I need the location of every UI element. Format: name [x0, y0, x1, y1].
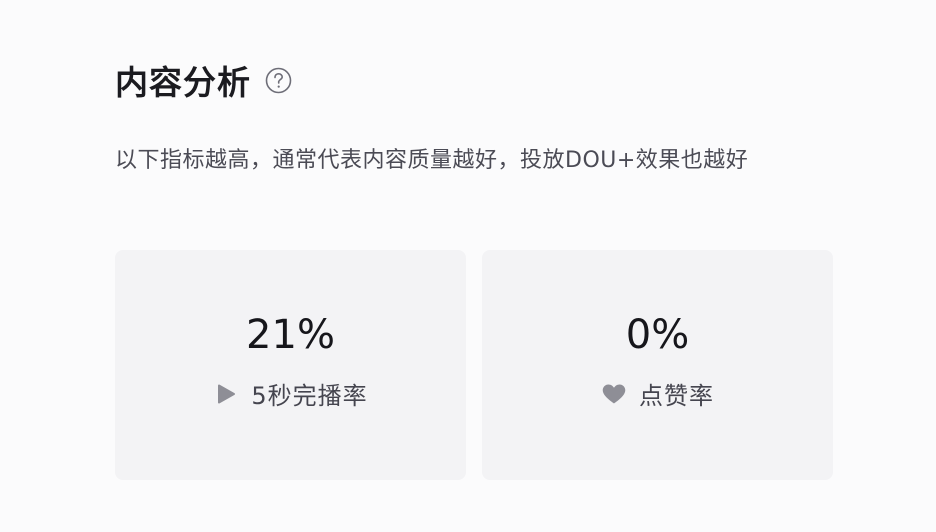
heart-icon — [601, 381, 627, 407]
section-description: 以下指标越高，通常代表内容质量越好，投放DOU+效果也越好 — [115, 148, 749, 173]
metric-card-like-rate: 0% 点赞率 — [482, 250, 833, 480]
play-triangle-icon — [213, 381, 239, 407]
metric-value: 0% — [625, 312, 690, 358]
metric-label: 5秒完播率 — [251, 382, 368, 410]
section-header: 内容分析 — [115, 56, 292, 104]
metric-label-row: 点赞率 — [601, 376, 714, 411]
content-analysis-panel: 内容分析 以下指标越高，通常代表内容质量越好，投放DOU+效果也越好 21% 5… — [0, 0, 936, 532]
section-title: 内容分析 — [115, 63, 251, 102]
metric-card-completion-rate: 21% 5秒完播率 — [115, 250, 466, 480]
metrics-grid: 21% 5秒完播率 0% 点赞率 — [115, 250, 833, 480]
metric-label-row: 5秒完播率 — [213, 376, 367, 411]
metric-value: 21% — [246, 312, 335, 358]
metric-label: 点赞率 — [639, 382, 714, 410]
question-circle-icon[interactable] — [265, 67, 292, 94]
